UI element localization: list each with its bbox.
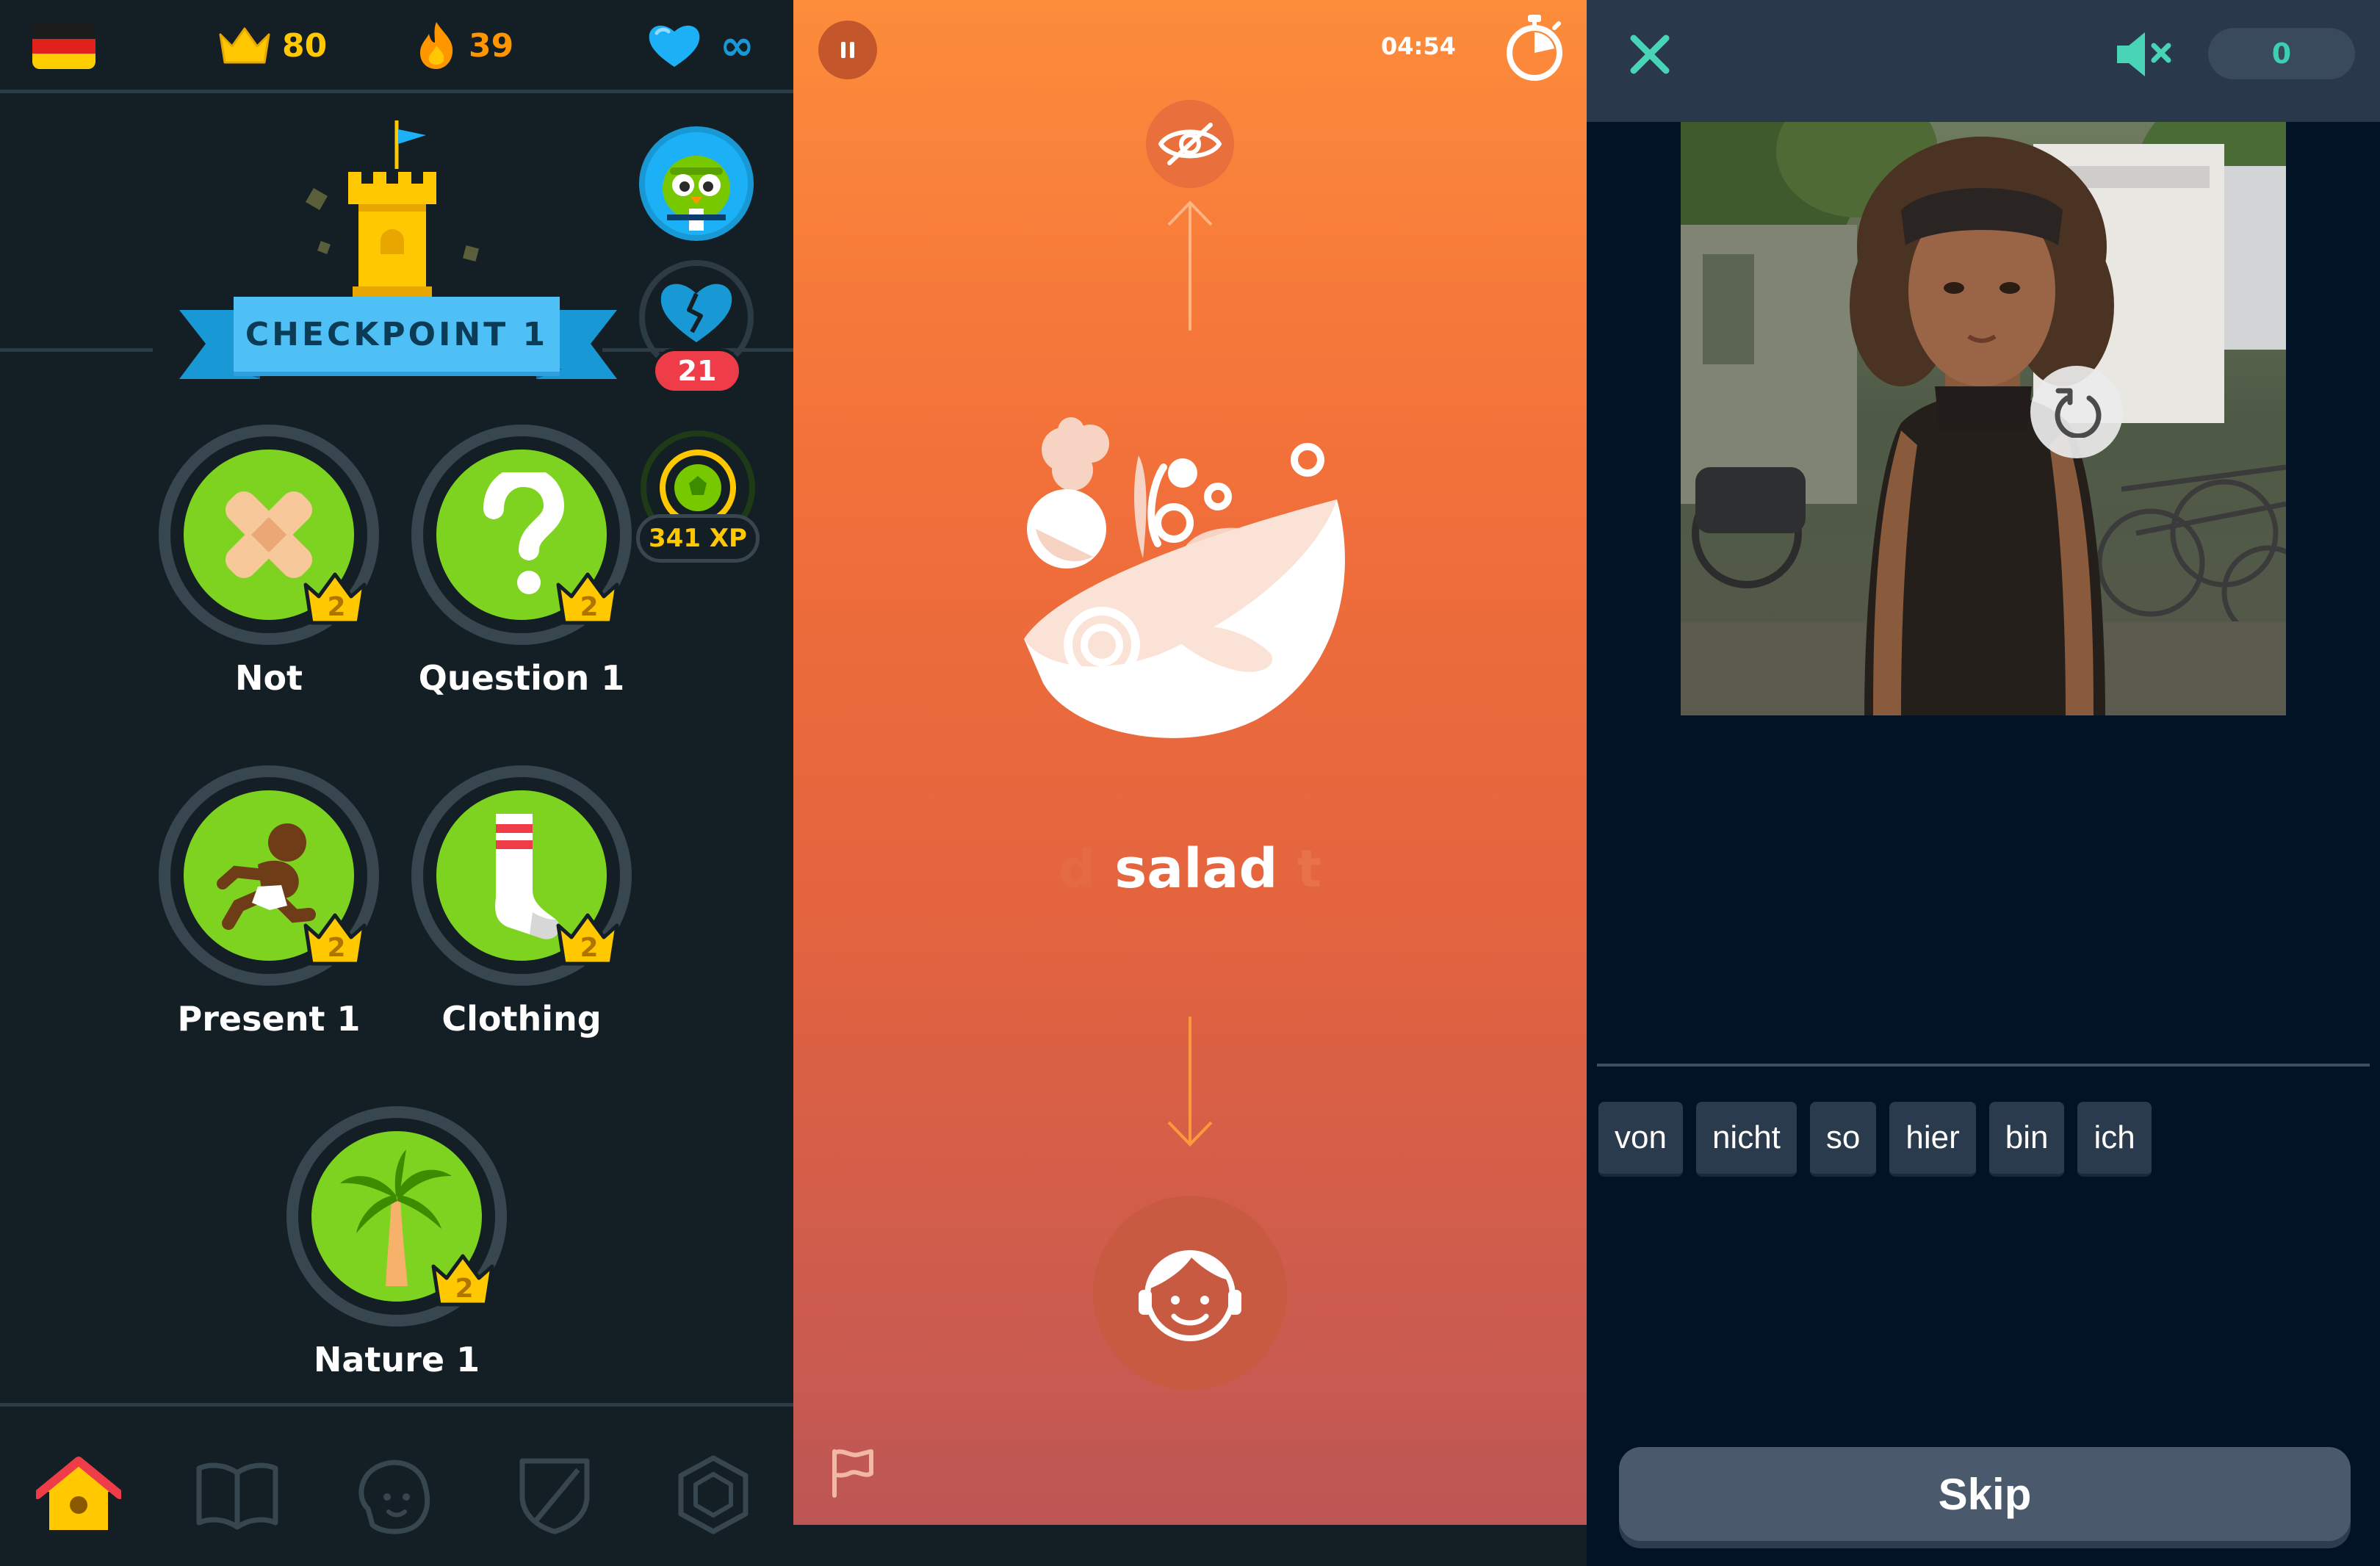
- lesson-level: 2: [580, 592, 599, 622]
- home-icon: [36, 1457, 121, 1530]
- pause-button[interactable]: [818, 21, 877, 79]
- duo-avatar[interactable]: [639, 126, 754, 241]
- word-tile[interactable]: von: [1598, 1102, 1683, 1177]
- word-tile[interactable]: ich: [2077, 1102, 2152, 1177]
- speaker-muted-icon[interactable]: [2113, 28, 2174, 81]
- face-headphones-icon: [1139, 1250, 1241, 1341]
- video-player[interactable]: [1681, 122, 2286, 715]
- lesson-title: Question 1: [418, 658, 625, 698]
- stopwatch-icon: [1507, 15, 1562, 81]
- heart-icon: [649, 25, 700, 67]
- xp-label: 341 XP: [636, 514, 760, 563]
- lesson-present-1[interactable]: 2 Present 1: [151, 765, 386, 1081]
- book-icon: [196, 1462, 278, 1530]
- lesson-level: 2: [327, 933, 346, 963]
- arrow-up-icon: [1167, 201, 1213, 331]
- close-icon[interactable]: [1625, 29, 1675, 79]
- checkpoint-label[interactable]: CHECKPOINT 1: [234, 297, 560, 376]
- word-tile[interactable]: nicht: [1695, 1102, 1797, 1177]
- lesson-nature-1[interactable]: 2 Nature 1: [279, 1106, 514, 1422]
- arrow-down-icon: [1167, 1017, 1213, 1147]
- stats-bar: 80 39 ∞: [0, 0, 793, 91]
- question-mark-icon: [483, 472, 565, 594]
- hide-word-button[interactable]: [1146, 100, 1234, 188]
- castle-icon: [305, 120, 480, 300]
- nav-home[interactable]: [35, 1451, 122, 1538]
- crown-icon: [219, 27, 270, 64]
- hearts-count: ∞: [720, 21, 754, 70]
- word-previous-fragment: d: [1059, 839, 1096, 899]
- salad-bowl-icon: [1024, 417, 1345, 738]
- lesson-title: Clothing: [441, 999, 602, 1039]
- word-next-fragment: t: [1297, 839, 1321, 899]
- word-practice-panel: 04:54 d salad t: [793, 0, 1587, 1566]
- replay-icon: [2055, 388, 2102, 438]
- answer-area-line: [1597, 1064, 2370, 1067]
- word-display: d salad t: [793, 829, 1587, 909]
- broken-hearts-count: 21: [652, 348, 742, 394]
- flag-icon[interactable]: [829, 1447, 876, 1498]
- crowns-counter[interactable]: 80: [217, 18, 327, 73]
- current-word: salad: [1114, 837, 1278, 901]
- bottom-strip: [793, 1525, 1587, 1566]
- germany-flag-icon[interactable]: [32, 24, 95, 69]
- hearts-counter[interactable]: ∞: [646, 18, 754, 73]
- learn-path-panel: 80 39 ∞ CHECKPOINT 1 21 341 XP 2 Not 2 Q…: [0, 0, 793, 1566]
- lesson-level: 2: [455, 1274, 474, 1304]
- lesson-title: Nature 1: [313, 1340, 480, 1379]
- flame-icon: [420, 22, 453, 69]
- divider: [0, 348, 153, 352]
- timer-text: 04:54: [1381, 32, 1456, 60]
- streak-counter[interactable]: 39: [416, 18, 513, 73]
- video-exercise-panel: 0 von nicht so hier bin ich Skip: [1587, 0, 2380, 1566]
- listen-button[interactable]: [1093, 1196, 1287, 1390]
- replay-button[interactable]: [2030, 366, 2123, 458]
- score-counter: 0: [2208, 28, 2355, 79]
- shield-icon: [519, 1458, 590, 1534]
- divider: [0, 1403, 793, 1407]
- nav-shop[interactable]: [670, 1451, 757, 1538]
- video-still-image: [1681, 122, 2286, 715]
- eye-off-icon: [1158, 123, 1222, 165]
- lesson-not[interactable]: 2 Not: [151, 425, 386, 740]
- word-tile[interactable]: bin: [1988, 1102, 2065, 1177]
- nav-stories[interactable]: [194, 1451, 281, 1538]
- word-tile[interactable]: hier: [1889, 1102, 1976, 1177]
- skip-button[interactable]: Skip: [1619, 1447, 2351, 1541]
- lesson-level: 2: [327, 592, 346, 622]
- crowns-count: 80: [282, 26, 328, 65]
- lesson-clothing[interactable]: 2 Clothing: [404, 765, 639, 1081]
- owl-avatar-icon: [663, 156, 730, 231]
- broken-heart-icon: [660, 284, 732, 342]
- lesson-question-1[interactable]: 2 Question 1: [404, 425, 639, 740]
- nav-profile[interactable]: [353, 1451, 439, 1538]
- word-bank: von nicht so hier bin ich: [1598, 1102, 2152, 1178]
- pause-icon: [841, 42, 854, 58]
- word-tile[interactable]: so: [1809, 1102, 1877, 1177]
- lesson-level: 2: [580, 933, 599, 963]
- profile-icon: [358, 1459, 430, 1534]
- nav-leaderboard[interactable]: [511, 1451, 598, 1538]
- shop-icon: [678, 1455, 749, 1534]
- divider: [0, 90, 793, 93]
- streak-count: 39: [469, 26, 514, 65]
